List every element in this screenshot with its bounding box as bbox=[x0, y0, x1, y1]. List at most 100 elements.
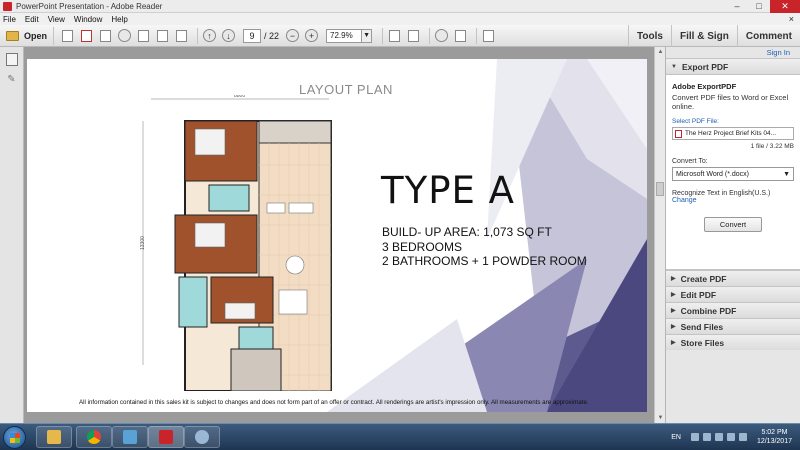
menu-edit[interactable]: Edit bbox=[25, 15, 39, 24]
clock-time: 5:02 PM bbox=[761, 429, 788, 436]
create-pdf-button[interactable] bbox=[60, 28, 75, 43]
taskbar-chrome[interactable] bbox=[76, 426, 112, 448]
fill-sign-button[interactable]: Fill & Sign bbox=[670, 25, 737, 47]
taskbar-app[interactable] bbox=[112, 426, 148, 448]
network-icon[interactable] bbox=[714, 433, 723, 441]
tray-up-icon[interactable] bbox=[690, 433, 699, 441]
previous-page-button[interactable]: ↑ bbox=[202, 28, 217, 43]
toolbar: Open ↑ ↓ 9 / 22 − + 72.9% ▼ Tools Fill &… bbox=[0, 25, 800, 47]
floor-plan: 8800 13300 bbox=[140, 95, 332, 391]
power-icon[interactable] bbox=[738, 433, 747, 441]
vertical-scrollbar[interactable]: ▲ ▼ bbox=[654, 47, 665, 423]
windows-logo-icon bbox=[10, 433, 20, 443]
unit-specs: BUILD- UP AREA: 1,073 SQ FT 3 BEDROOMS 2… bbox=[382, 225, 587, 269]
dimension-side-label: 13300 bbox=[140, 236, 146, 250]
taskbar-adobe-reader[interactable] bbox=[148, 426, 184, 448]
page-number-input[interactable]: 9 bbox=[243, 28, 262, 43]
change-language-link[interactable]: Change bbox=[672, 197, 794, 204]
attachment-icon[interactable]: ✎ bbox=[6, 74, 18, 85]
start-button[interactable] bbox=[3, 426, 26, 449]
edit-pdf-header[interactable]: ▶ Edit PDF bbox=[666, 286, 800, 302]
minus-icon: − bbox=[286, 29, 300, 42]
zoom-out-button[interactable]: − bbox=[285, 28, 300, 43]
menu-view[interactable]: View bbox=[48, 15, 65, 24]
pdf-icon bbox=[81, 29, 93, 42]
fit-width-button[interactable] bbox=[406, 28, 421, 43]
expand-button[interactable] bbox=[481, 28, 496, 43]
menu-bar: File Edit View Window Help × bbox=[0, 13, 800, 25]
triangle-down-icon: ▼ bbox=[671, 63, 677, 70]
fit-page-icon bbox=[389, 29, 401, 42]
flag-icon[interactable] bbox=[702, 433, 711, 441]
export-description: Convert PDF files to Word or Excel onlin… bbox=[672, 93, 789, 111]
edit-icon bbox=[100, 29, 112, 42]
document-viewport[interactable]: LAYOUT PLAN 8800 13300 TYPE A BUILD- UP … bbox=[24, 47, 654, 423]
arrow-down-icon: ↓ bbox=[222, 29, 236, 42]
disclaimer-text: All information contained in this sales … bbox=[79, 399, 589, 406]
export-pdf-panel: Adobe ExportPDF Convert PDF files to Wor… bbox=[666, 74, 800, 270]
edit-pdf-label: Edit PDF bbox=[680, 289, 717, 300]
sign-in-link[interactable]: Sign In bbox=[666, 47, 800, 58]
clock[interactable]: 5:02 PM 12/13/2017 bbox=[757, 428, 792, 446]
close-button[interactable]: ✕ bbox=[770, 0, 800, 13]
dimension-top-label: 8800 bbox=[234, 95, 245, 99]
taskbar: EN 5:02 PM 12/13/2017 bbox=[0, 423, 800, 450]
media-icon bbox=[195, 430, 209, 444]
email-button[interactable] bbox=[174, 28, 189, 43]
minimize-button[interactable]: – bbox=[726, 0, 748, 13]
create-pdf-header[interactable]: ▶ Create PDF bbox=[666, 270, 800, 286]
page-thumbnails-icon[interactable] bbox=[5, 53, 18, 66]
unit-type-heading: TYPE A bbox=[381, 169, 515, 212]
export-pdf-header[interactable]: ▼ Export PDF bbox=[666, 58, 800, 74]
convert-button[interactable]: Convert bbox=[704, 217, 762, 232]
menu-file[interactable]: File bbox=[3, 15, 16, 24]
save-button[interactable] bbox=[136, 28, 151, 43]
fit-width-icon bbox=[408, 29, 420, 42]
next-page-button[interactable]: ↓ bbox=[221, 28, 236, 43]
store-files-header[interactable]: ▶ Store Files bbox=[666, 334, 800, 350]
taskbar-media[interactable] bbox=[184, 426, 220, 448]
tools-button[interactable]: Tools bbox=[628, 25, 671, 47]
menu-window[interactable]: Window bbox=[74, 15, 102, 24]
spec-build-up-area: BUILD- UP AREA: 1,073 SQ FT bbox=[382, 225, 552, 239]
recognize-text-label: Recognize Text in English(U.S.) bbox=[672, 190, 771, 197]
cloud-button[interactable] bbox=[117, 28, 132, 43]
taskbar-explorer[interactable] bbox=[36, 426, 72, 448]
plus-icon: + bbox=[305, 29, 319, 42]
convert-to-select[interactable]: Microsoft Word (*.docx) ▼ bbox=[672, 167, 794, 181]
toolbar-divider bbox=[476, 27, 478, 44]
highlight-button[interactable] bbox=[453, 28, 468, 43]
arrow-up-icon: ↑ bbox=[203, 29, 217, 42]
window-title: PowerPoint Presentation - Adobe Reader bbox=[16, 1, 163, 11]
zoom-input[interactable]: 72.9% bbox=[326, 28, 363, 43]
combine-pdf-header[interactable]: ▶ Combine PDF bbox=[666, 302, 800, 318]
toolbar-right: Tools Fill & Sign Comment bbox=[628, 25, 800, 47]
send-files-header[interactable]: ▶ Send Files bbox=[666, 318, 800, 334]
pdf-button[interactable] bbox=[79, 28, 94, 43]
volume-icon[interactable] bbox=[726, 433, 735, 441]
comment-button[interactable]: Comment bbox=[736, 25, 800, 47]
triangle-right-icon: ▶ bbox=[671, 276, 676, 282]
open-label: Open bbox=[24, 30, 48, 41]
cloud-icon bbox=[118, 29, 132, 42]
zoom-in-button[interactable]: + bbox=[304, 28, 319, 43]
highlight-icon bbox=[455, 29, 467, 42]
file-count: 1 file / 3.22 MB bbox=[750, 143, 794, 150]
close-document-button[interactable]: × bbox=[789, 14, 794, 24]
language-indicator[interactable]: EN bbox=[671, 434, 681, 441]
menu-help[interactable]: Help bbox=[111, 15, 127, 24]
scroll-thumb[interactable] bbox=[656, 182, 664, 196]
spec-bathrooms: 2 BATHROOMS + 1 POWDER ROOM bbox=[382, 254, 587, 268]
expand-icon bbox=[483, 29, 495, 42]
zoom-dropdown-button[interactable]: ▼ bbox=[362, 28, 373, 43]
print-button[interactable] bbox=[155, 28, 170, 43]
fit-page-button[interactable] bbox=[387, 28, 402, 43]
toolbar-divider bbox=[197, 27, 199, 44]
sticky-note-button[interactable] bbox=[434, 28, 449, 43]
navigation-pane: ✎ bbox=[0, 47, 24, 423]
edit-button[interactable] bbox=[98, 28, 113, 43]
open-button[interactable]: Open bbox=[4, 26, 55, 45]
selected-file-box[interactable]: The Herz Project Brief Kits 04... bbox=[672, 127, 794, 140]
combine-pdf-label: Combine PDF bbox=[680, 305, 737, 316]
maximize-button[interactable]: □ bbox=[748, 0, 770, 13]
